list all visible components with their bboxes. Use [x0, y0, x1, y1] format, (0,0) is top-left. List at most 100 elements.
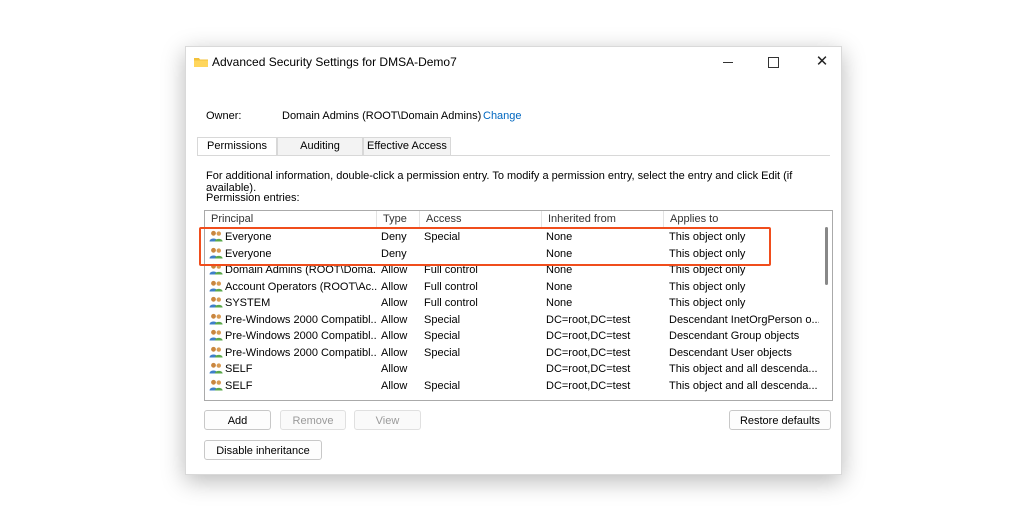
list-header: Principal Type Access Inherited from App… [205, 211, 819, 228]
table-row[interactable]: Pre-Windows 2000 Compatibl... Allow Specia… [205, 312, 819, 329]
vertical-scrollbar[interactable] [820, 211, 832, 400]
tab-effective-access[interactable]: Effective Access [363, 137, 451, 155]
row-type: Allow [381, 379, 408, 392]
row-inherited: None [546, 297, 573, 309]
row-applies: This object and all descenda... [669, 379, 818, 392]
owner-label: Owner: [206, 110, 242, 122]
row-principal: SYSTEM [209, 295, 377, 311]
row-inherited: DC=root,DC=test [546, 330, 631, 342]
row-principal: SELF [209, 361, 377, 377]
remove-button[interactable]: Remove [280, 410, 346, 430]
row-access: Full control [424, 264, 478, 276]
users-icon [209, 296, 223, 308]
tab-permissions[interactable]: Permissions [197, 137, 277, 156]
table-row[interactable]: Pre-Windows 2000 Compatibl... Allow Specia… [205, 328, 819, 345]
column-header-access[interactable]: Access [420, 211, 542, 228]
folder-icon [194, 58, 208, 67]
row-applies: Descendant Group objects [669, 330, 800, 342]
row-access: Special [424, 313, 461, 326]
users-icon [209, 263, 223, 275]
table-row[interactable]: Everyone Deny Special None This object only [205, 229, 819, 246]
row-applies: Descendant InetOrgPerson o... [669, 313, 819, 326]
row-type: Allow [381, 280, 408, 293]
row-type: Allow [381, 363, 408, 375]
row-principal-text: Everyone [225, 247, 272, 260]
table-row[interactable]: Account Operators (ROOT\Ac... Allow Full c… [205, 279, 819, 296]
row-inherited: DC=root,DC=test [546, 363, 631, 375]
view-button[interactable]: View [354, 410, 421, 430]
row-type: Deny [381, 231, 407, 243]
row-principal: Account Operators (ROOT\Ac... [209, 279, 377, 295]
column-header-inherited-from[interactable]: Inherited from [542, 211, 664, 228]
row-type: Deny [381, 247, 407, 260]
tab-divider [197, 155, 830, 156]
row-principal: Everyone [209, 246, 377, 262]
maximize-icon [767, 57, 779, 69]
table-row[interactable]: SYSTEM Allow Full control None This object o… [205, 295, 819, 312]
minimize-icon [723, 62, 733, 64]
column-header-type[interactable]: Type [377, 211, 420, 228]
row-access: Special [424, 346, 461, 359]
row-access: Full control [424, 297, 478, 309]
row-principal: Pre-Windows 2000 Compatibl... [209, 328, 377, 344]
advanced-security-settings-window: Advanced Security Settings for DMSA-Demo… [185, 46, 842, 475]
users-icon [209, 230, 223, 242]
users-icon [209, 362, 223, 374]
maximize-button[interactable] [754, 47, 792, 77]
table-row[interactable]: Everyone Deny None This object only [205, 246, 819, 263]
row-principal-text: Pre-Windows 2000 Compatibl... [225, 330, 377, 342]
row-access [424, 361, 544, 377]
users-icon [209, 346, 223, 358]
table-row[interactable]: Pre-Windows 2000 Compatibl... Allow Specia… [205, 345, 819, 362]
table-row[interactable]: SELF Allow DC=root,DC=test This object and … [205, 361, 819, 378]
row-principal-text: Pre-Windows 2000 Compatibl... [225, 346, 377, 359]
row-type: Allow [381, 330, 408, 342]
column-header-applies-to[interactable]: Applies to [664, 211, 819, 228]
change-owner-link[interactable]: Change [483, 110, 522, 122]
title-bar[interactable]: Advanced Security Settings for DMSA-Demo… [186, 47, 841, 77]
row-principal: Pre-Windows 2000 Compatibl... [209, 312, 377, 328]
row-applies: This object only [669, 297, 746, 309]
users-icon [209, 313, 223, 325]
row-applies: This object only [669, 264, 746, 276]
add-button[interactable]: Add [204, 410, 271, 430]
minimize-button[interactable] [709, 47, 747, 77]
row-applies: This object only [669, 280, 746, 293]
row-inherited: DC=root,DC=test [546, 379, 631, 392]
row-principal: Everyone [209, 229, 377, 245]
permission-entries-list[interactable]: Principal Type Access Inherited from App… [204, 210, 833, 401]
row-applies: Descendant User objects [669, 346, 792, 359]
scrollbar-thumb[interactable] [825, 227, 828, 285]
row-principal-text: SELF [225, 379, 253, 392]
users-icon [209, 247, 223, 259]
row-principal-text: Everyone [225, 231, 272, 243]
owner-value: Domain Admins (ROOT\Domain Admins) [282, 110, 482, 122]
users-icon [209, 329, 223, 341]
close-button[interactable]: ✕ [803, 47, 841, 77]
table-row[interactable]: Domain Admins (ROOT\Doma... Allow Full con… [205, 262, 819, 279]
row-applies: This object and all descenda... [669, 363, 818, 375]
row-applies: This object only [669, 247, 746, 260]
tab-auditing[interactable]: Auditing [277, 137, 363, 155]
row-applies: This object only [669, 231, 746, 243]
column-header-principal[interactable]: Principal [205, 211, 377, 228]
row-principal: SELF [209, 378, 377, 394]
row-access: Special [424, 330, 461, 342]
row-principal: Domain Admins (ROOT\Doma... [209, 262, 377, 278]
info-text: For additional information, double-click… [206, 170, 793, 194]
row-principal-text: Domain Admins (ROOT\Doma... [225, 264, 377, 276]
row-inherited: DC=root,DC=test [546, 313, 631, 326]
row-type: Allow [381, 346, 408, 359]
users-icon [209, 379, 223, 391]
restore-defaults-button[interactable]: Restore defaults [729, 410, 831, 430]
table-row[interactable]: SELF Allow Special DC=root,DC=test This obje… [205, 378, 819, 395]
row-inherited: None [546, 231, 573, 243]
row-access: Special [424, 379, 461, 392]
row-principal-text: SYSTEM [225, 297, 271, 309]
row-inherited: None [546, 247, 573, 260]
disable-inheritance-button[interactable]: Disable inheritance [204, 440, 322, 460]
row-type: Allow [381, 297, 408, 309]
row-principal-text: Pre-Windows 2000 Compatibl... [225, 313, 377, 326]
row-type: Allow [381, 264, 408, 276]
row-access: Special [424, 231, 461, 243]
